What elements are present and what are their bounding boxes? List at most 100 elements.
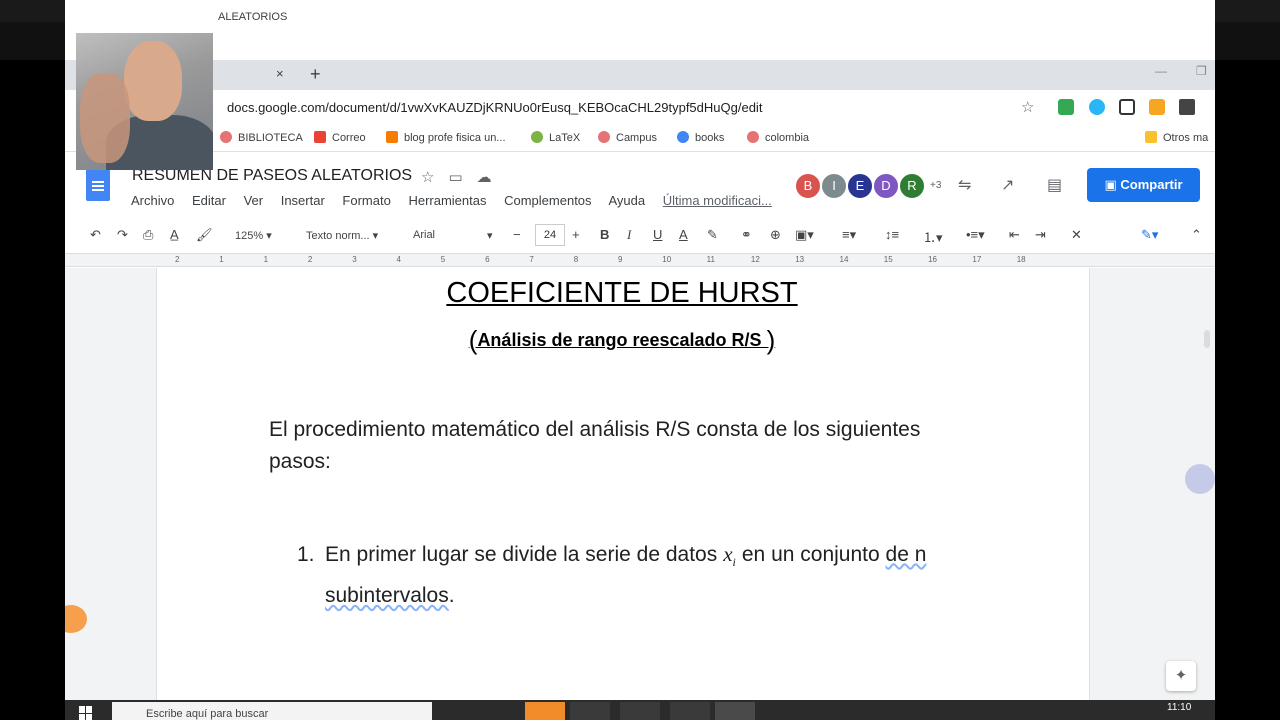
tab-close-icon[interactable]: × bbox=[276, 66, 284, 81]
menu-insertar[interactable]: Insertar bbox=[281, 193, 325, 208]
increase-font-button[interactable]: + bbox=[572, 227, 580, 242]
opera-icon[interactable] bbox=[670, 702, 710, 720]
underline-button[interactable]: U bbox=[653, 227, 662, 242]
cortana-icon[interactable] bbox=[440, 702, 480, 720]
bookmark-label: BIBLIOTECA bbox=[238, 132, 303, 144]
google-icon bbox=[677, 131, 689, 143]
bookmark-star-icon[interactable]: ☆ bbox=[1021, 98, 1034, 116]
menu-formato[interactable]: Formato bbox=[342, 193, 390, 208]
avatar[interactable]: E bbox=[846, 172, 874, 200]
image-insert-icon[interactable]: ▣▾ bbox=[795, 227, 814, 243]
menu-complementos[interactable]: Complementos bbox=[504, 193, 591, 208]
bookmark-latex[interactable]: LaTeX bbox=[531, 131, 580, 144]
taskbar-clock: 11:10 bbox=[1167, 702, 1192, 713]
comments-icon[interactable]: ▤ bbox=[1047, 175, 1062, 195]
avatar[interactable]: R bbox=[898, 172, 926, 200]
windows-start-icon[interactable] bbox=[79, 706, 93, 720]
bookmark-correo[interactable]: Correo bbox=[314, 131, 366, 144]
collapse-menu-icon[interactable]: ⌃ bbox=[1191, 227, 1202, 243]
more-collaborators[interactable]: +3 bbox=[930, 180, 941, 191]
activity-trend-icon[interactable]: ↗ bbox=[1001, 175, 1014, 195]
bookmark-label: books bbox=[695, 132, 725, 144]
explore-button[interactable]: ✦ bbox=[1166, 661, 1196, 691]
bookmark-biblioteca[interactable]: BIBLIOTECA bbox=[220, 131, 303, 144]
presenter-hand bbox=[80, 73, 130, 163]
puzzle-icon[interactable] bbox=[1179, 99, 1195, 115]
bookmark-other[interactable]: Otros ma bbox=[1145, 131, 1208, 144]
font-dropdown-icon[interactable]: ▾ bbox=[487, 229, 493, 242]
highlight-icon[interactable]: ✎ bbox=[707, 227, 718, 243]
document-heading[interactable]: COEFICIENTE DE HURST bbox=[65, 277, 1179, 310]
browser-tab[interactable]: ALEATORIOS bbox=[215, 4, 305, 30]
redo-icon[interactable]: ↷ bbox=[117, 227, 128, 243]
style-value: Texto norm... bbox=[306, 230, 370, 242]
undo-icon[interactable]: ↶ bbox=[90, 227, 101, 243]
comment-add-icon[interactable]: ⊕ bbox=[770, 227, 781, 243]
paint-format-icon[interactable]: 🖌 bbox=[196, 227, 213, 243]
cloud-status-icon[interactable]: ☁ bbox=[477, 169, 506, 186]
chrome-icon[interactable] bbox=[715, 702, 755, 720]
maximize-icon[interactable]: ❐ bbox=[1196, 64, 1207, 78]
menu-ayuda[interactable]: Ayuda bbox=[608, 193, 645, 208]
editing-mode-icon[interactable]: ✎▾ bbox=[1141, 227, 1158, 243]
minimize-icon[interactable]: — bbox=[1155, 64, 1167, 78]
url-text[interactable]: docs.google.com/document/d/1vwXvKAUZDjKR… bbox=[227, 100, 762, 115]
share-button[interactable]: ▣ Compartir bbox=[1087, 168, 1200, 202]
clear-formatting-icon[interactable]: ✕ bbox=[1071, 227, 1082, 243]
presenter-head bbox=[124, 41, 182, 121]
taskbar-search[interactable]: Escribe aquí para buscar bbox=[112, 702, 432, 720]
bookmark-colombia[interactable]: colombia bbox=[747, 131, 809, 144]
ruler-tick: 10 bbox=[662, 255, 672, 264]
style-select[interactable]: Texto norm... ▾ bbox=[306, 229, 378, 242]
text-color-button[interactable]: A bbox=[679, 227, 688, 242]
taskbar-app-icon[interactable] bbox=[525, 702, 565, 720]
chat-icon[interactable]: ⇋ bbox=[958, 175, 971, 195]
font-select[interactable]: Arial bbox=[413, 229, 435, 241]
numbered-list-icon[interactable]: ⒈▾ bbox=[923, 227, 943, 246]
file-explorer-icon[interactable] bbox=[570, 702, 610, 720]
menu-archivo[interactable]: Archivo bbox=[131, 193, 174, 208]
bookmark-campus[interactable]: Campus bbox=[598, 131, 657, 144]
bookmark-label: blog profe fisica un... bbox=[404, 132, 506, 144]
zoom-select[interactable]: 125% ▾ bbox=[235, 229, 272, 242]
ruler-tick: 14 bbox=[839, 255, 849, 264]
star-icon[interactable]: ☆ bbox=[421, 169, 448, 186]
decrease-font-button[interactable]: − bbox=[513, 227, 521, 242]
bold-button[interactable]: B bbox=[600, 227, 609, 242]
line-spacing-icon[interactable]: ↕≡ bbox=[885, 227, 899, 242]
spellcheck-icon[interactable]: A̲ bbox=[170, 227, 179, 242]
bookmark-books[interactable]: books bbox=[677, 131, 724, 144]
increase-indent-icon[interactable]: ⇥ bbox=[1035, 227, 1046, 243]
avatar[interactable]: B bbox=[794, 172, 822, 200]
grid-extension-icon[interactable] bbox=[1119, 99, 1135, 115]
font-size-input[interactable]: 24 bbox=[535, 224, 565, 246]
link-icon[interactable]: ⚭ bbox=[741, 227, 752, 243]
avatar[interactable]: D bbox=[872, 172, 900, 200]
tab-title: ALEATORIOS bbox=[218, 11, 288, 23]
side-assistant-icon[interactable] bbox=[1185, 464, 1215, 494]
align-icon[interactable]: ≡▾ bbox=[842, 227, 856, 243]
apps-extension-icon[interactable] bbox=[1149, 99, 1165, 115]
bulleted-list-icon[interactable]: •≡▾ bbox=[966, 227, 985, 243]
menu-editar[interactable]: Editar bbox=[192, 193, 226, 208]
list-number: 1. bbox=[297, 543, 315, 566]
docs-logo-icon[interactable] bbox=[86, 169, 110, 201]
drive-extension-icon[interactable] bbox=[1058, 99, 1074, 115]
print-icon[interactable]: ⎙ bbox=[143, 227, 153, 243]
last-edit-link[interactable]: Última modificaci... bbox=[663, 193, 772, 208]
decrease-indent-icon[interactable]: ⇤ bbox=[1009, 227, 1020, 243]
intro-paragraph[interactable]: El procedimiento matemático del análisis… bbox=[269, 414, 949, 478]
scrollbar-thumb[interactable] bbox=[1204, 330, 1210, 348]
ruler[interactable] bbox=[65, 253, 1215, 267]
list-item-text: En primer lugar se divide la serie de da… bbox=[325, 538, 945, 612]
bookmark-blog[interactable]: blog profe fisica un... bbox=[386, 131, 506, 144]
avatar[interactable]: I bbox=[820, 172, 848, 200]
move-folder-icon[interactable]: ▭ bbox=[448, 169, 476, 186]
extension-icon[interactable] bbox=[1089, 99, 1105, 115]
new-tab-icon[interactable]: + bbox=[310, 64, 321, 85]
taskbar-app-icon[interactable] bbox=[620, 702, 660, 720]
italic-button[interactable]: I bbox=[627, 227, 631, 243]
document-subheading[interactable]: (Análisis de rango reescalado R/S ) bbox=[65, 325, 1179, 356]
menu-herramientas[interactable]: Herramientas bbox=[408, 193, 486, 208]
menu-ver[interactable]: Ver bbox=[244, 193, 264, 208]
